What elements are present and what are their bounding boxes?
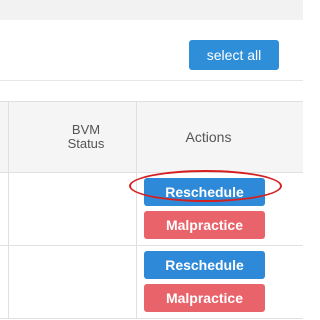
header-bvm-status-label: BVM Status — [67, 122, 105, 151]
table-row: Reschedule Malpractice — [0, 246, 303, 319]
column-divider — [8, 173, 9, 245]
reschedule-button[interactable]: Reschedule — [144, 251, 265, 279]
header-actions: Actions — [137, 102, 280, 172]
table-header: BVM Status Actions — [0, 102, 303, 173]
divider — [0, 80, 303, 81]
top-strip — [0, 0, 303, 20]
column-divider — [136, 246, 137, 318]
malpractice-button[interactable]: Malpractice — [144, 284, 265, 312]
column-divider — [8, 102, 9, 172]
header-actions-label: Actions — [185, 129, 232, 145]
reschedule-button[interactable]: Reschedule — [144, 178, 265, 206]
column-divider — [8, 246, 9, 318]
select-all-button[interactable]: select all — [189, 40, 279, 70]
page: select all BVM Status Actions Reschedule… — [0, 0, 303, 320]
malpractice-button[interactable]: Malpractice — [144, 211, 265, 239]
column-divider — [136, 173, 137, 245]
header-bvm-status: BVM Status — [36, 102, 136, 172]
results-table: BVM Status Actions Reschedule Malpractic… — [0, 101, 303, 319]
table-row: Reschedule Malpractice — [0, 173, 303, 246]
